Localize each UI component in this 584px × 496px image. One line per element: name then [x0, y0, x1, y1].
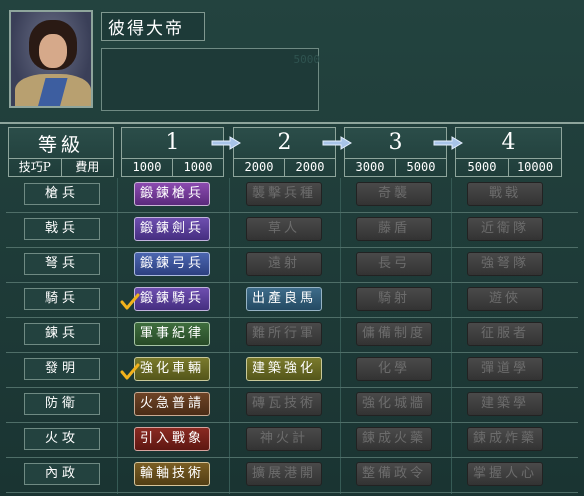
- learned-check-icon: [120, 293, 140, 310]
- tech-button[interactable]: 遠射: [246, 252, 322, 276]
- tech-button[interactable]: 整備政令: [356, 462, 432, 486]
- tier-costs: 5000 10000: [456, 158, 561, 176]
- tier-header-2: 2 2000 2000: [233, 127, 336, 177]
- row-divider: [6, 247, 578, 248]
- category-label: 槍兵: [24, 183, 100, 205]
- game-panel: 彼得大帝 5000 等級 技巧P 費用 1 1000 1000 2 2000 2…: [0, 0, 584, 496]
- tier-number: 2: [277, 130, 292, 155]
- ruler-info-box: 5000: [101, 48, 321, 111]
- tech-button[interactable]: 掌握人心: [467, 462, 543, 486]
- tech-button[interactable]: 戰戟: [467, 182, 543, 206]
- tier-costs: 2000 2000: [234, 158, 335, 176]
- column-separator: [117, 178, 118, 494]
- tech-button[interactable]: 磚瓦技術: [246, 392, 322, 416]
- tech-button[interactable]: 長弓: [356, 252, 432, 276]
- row-divider: [6, 492, 578, 493]
- tech-button[interactable]: 引入戰象: [134, 427, 210, 451]
- tier-header-1: 1 1000 1000: [121, 127, 224, 177]
- info-faint-value: 5000: [293, 53, 321, 66]
- tech-button[interactable]: 鍛鍊弓兵: [134, 252, 210, 276]
- tech-button[interactable]: 強化城牆: [356, 392, 432, 416]
- tier-fee-cost: 1000: [172, 159, 223, 176]
- tier-skill-cost: 5000: [467, 160, 497, 174]
- tech-button[interactable]: 強弩隊: [467, 252, 543, 276]
- tier-number: 3: [388, 130, 403, 155]
- tech-button[interactable]: 襲擊兵種: [246, 182, 322, 206]
- level-header: 等級 技巧P 費用: [8, 127, 114, 177]
- tech-button[interactable]: 征服者: [467, 322, 543, 346]
- tier-skill-cost: 3000: [355, 160, 385, 174]
- tier-skill-cost: 1000: [132, 160, 162, 174]
- tech-button[interactable]: 草人: [246, 217, 322, 241]
- ruler-portrait: [9, 10, 93, 108]
- column-separator: [229, 178, 230, 494]
- tech-button[interactable]: 火急普請: [134, 392, 210, 416]
- tier-header-4: 4 5000 10000: [455, 127, 562, 177]
- tier-arrow-icon: [433, 136, 463, 150]
- tier-header-3: 3 3000 5000: [344, 127, 447, 177]
- tech-button[interactable]: 鍊成炸藥: [467, 427, 543, 451]
- tech-button[interactable]: 擴展港開: [246, 462, 322, 486]
- learned-check-icon: [120, 363, 140, 380]
- tier-costs: 1000 1000: [122, 158, 223, 176]
- tier-fee-cost: 10000: [508, 159, 561, 176]
- tech-button[interactable]: 建築學: [467, 392, 543, 416]
- tech-button[interactable]: 傭備制度: [356, 322, 432, 346]
- row-divider: [6, 212, 578, 213]
- fee-label: 費用: [60, 159, 114, 176]
- tech-button[interactable]: 藤盾: [356, 217, 432, 241]
- tier-arrow-icon: [211, 136, 241, 150]
- tech-button[interactable]: 化學: [356, 357, 432, 381]
- tech-button[interactable]: 強化車輛: [134, 357, 210, 381]
- row-divider: [6, 317, 578, 318]
- tech-button[interactable]: 鍛鍊槍兵: [134, 182, 210, 206]
- row-divider: [6, 282, 578, 283]
- tech-button[interactable]: 輪軸技術: [134, 462, 210, 486]
- tier-fee-cost: 2000: [284, 159, 335, 176]
- tech-button[interactable]: 神火計: [246, 427, 322, 451]
- tech-button[interactable]: 建築強化: [246, 357, 322, 381]
- column-separator: [451, 178, 452, 494]
- category-label: 戟兵: [24, 218, 100, 240]
- tier-number: 1: [165, 130, 180, 155]
- category-label: 火攻: [24, 428, 100, 450]
- skill-label: 技巧P: [18, 160, 51, 174]
- column-separator: [340, 178, 341, 494]
- row-divider: [6, 352, 578, 353]
- level-title: 等級: [37, 134, 84, 156]
- tier-arrow-icon: [322, 136, 352, 150]
- tech-button[interactable]: 遊俠: [467, 287, 543, 311]
- tier-skill-cost: 2000: [244, 160, 274, 174]
- tech-button[interactable]: 彈道學: [467, 357, 543, 381]
- tier-fee-cost: 5000: [395, 159, 446, 176]
- tech-button[interactable]: 鍛鍊劍兵: [134, 217, 210, 241]
- row-divider: [6, 422, 578, 423]
- category-label: 鍊兵: [24, 323, 100, 345]
- category-label: 弩兵: [24, 253, 100, 275]
- tech-button[interactable]: 出產良馬: [246, 287, 322, 311]
- tech-button[interactable]: 難所行軍: [246, 322, 322, 346]
- tech-button[interactable]: 鍛鍊騎兵: [134, 287, 210, 311]
- category-label: 騎兵: [24, 288, 100, 310]
- tech-button[interactable]: 軍事紀律: [134, 322, 210, 346]
- row-divider: [6, 387, 578, 388]
- tier-costs: 3000 5000: [345, 158, 446, 176]
- row-divider: [6, 457, 578, 458]
- tech-button[interactable]: 奇襲: [356, 182, 432, 206]
- tech-button[interactable]: 騎射: [356, 287, 432, 311]
- tech-button[interactable]: 近衛隊: [467, 217, 543, 241]
- tier-number: 4: [501, 130, 516, 155]
- category-label: 內政: [24, 463, 100, 485]
- category-label: 發明: [24, 358, 100, 380]
- category-label: 防衛: [24, 393, 100, 415]
- tech-button[interactable]: 鍊成火藥: [356, 427, 432, 451]
- level-subheader: 技巧P 費用: [9, 158, 113, 176]
- ruler-name: 彼得大帝: [101, 12, 205, 41]
